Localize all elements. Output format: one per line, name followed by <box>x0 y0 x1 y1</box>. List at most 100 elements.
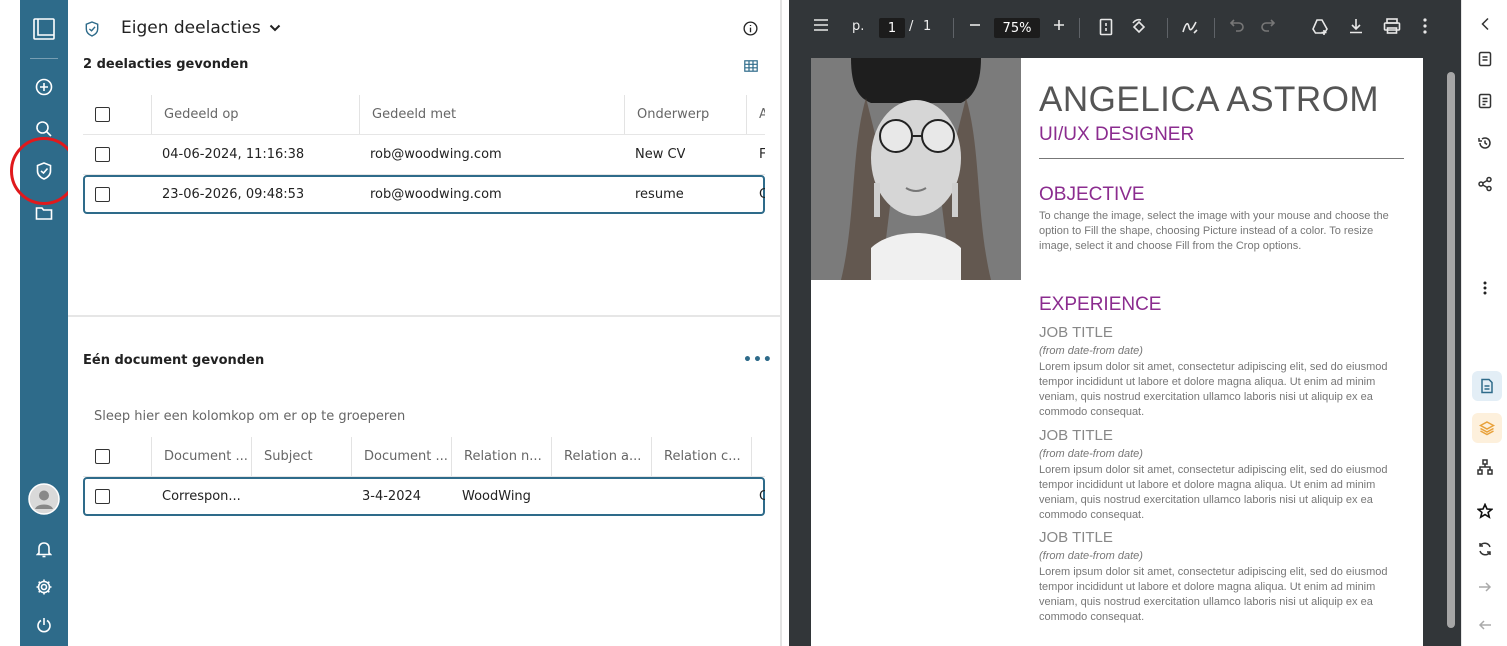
app-root: Eigen deelacties 2 deelacties gevonden G… <box>0 0 1507 646</box>
menu-icon[interactable] <box>813 18 829 32</box>
documents-table: Document ... Subject Document ... Relati… <box>83 437 765 516</box>
column-header[interactable]: Document ... <box>151 437 251 476</box>
table-row-selected[interactable]: Correspon... 3-4-2024 WoodWing C <box>83 477 765 516</box>
resume-name: ANGELICA ASTROM <box>1039 80 1380 119</box>
fit-page-icon[interactable] <box>1099 18 1113 36</box>
annotate-icon[interactable] <box>1181 18 1199 36</box>
app-logo-icon[interactable] <box>20 14 68 44</box>
redo-icon[interactable] <box>1260 18 1276 32</box>
arrow-left-icon[interactable] <box>1462 612 1507 638</box>
table-row-selected[interactable]: 23-06-2026, 09:48:53 rob@woodwing.com re… <box>83 175 765 214</box>
extra-cell: F <box>759 147 765 162</box>
chevron-left-icon[interactable] <box>1462 11 1507 37</box>
documents-count: Eén document gevonden <box>83 353 265 368</box>
download-icon[interactable] <box>1348 18 1364 34</box>
right-sidebar <box>1461 0 1507 646</box>
column-header[interactable]: Gedeeld met <box>359 95 624 134</box>
note-icon[interactable] <box>1462 46 1507 72</box>
sync-icon[interactable] <box>1462 536 1507 562</box>
undo-icon[interactable] <box>1229 18 1245 32</box>
gear-icon[interactable] <box>20 572 68 602</box>
shared-on-cell: 04-06-2024, 11:16:38 <box>162 147 305 162</box>
job-title: JOB TITLE <box>1039 529 1113 546</box>
shield-icon <box>85 21 99 41</box>
column-header[interactable]: A <box>746 95 765 134</box>
layers-icon[interactable] <box>1472 413 1502 443</box>
print-icon[interactable] <box>1383 18 1401 34</box>
subject-cell: resume <box>635 187 684 202</box>
zoom-out-icon[interactable] <box>968 18 982 32</box>
job-description: Lorem ipsum dolor sit amet, consectetur … <box>1039 464 1388 521</box>
zoom-in-icon[interactable] <box>1052 18 1066 32</box>
chevron-down-icon <box>269 24 281 32</box>
select-all-checkbox[interactable] <box>95 449 110 464</box>
column-header[interactable]: Gedeeld op <box>151 95 359 134</box>
page-number-input[interactable]: 1 <box>879 18 905 38</box>
pdf-toolbar: p. 1 / 1 75% <box>789 0 1461 56</box>
add-icon[interactable] <box>20 72 68 102</box>
column-header[interactable]: Subject <box>251 437 351 476</box>
rail-separator <box>30 58 58 59</box>
avatar[interactable] <box>20 483 68 515</box>
job-title: JOB TITLE <box>1039 427 1113 444</box>
objective-heading: OBJECTIVE <box>1039 184 1145 205</box>
table-view-icon[interactable] <box>744 57 758 76</box>
comment-icon[interactable] <box>1462 88 1507 114</box>
row-checkbox[interactable] <box>95 187 110 202</box>
kebab-icon[interactable] <box>1423 18 1427 34</box>
avatar-icon <box>28 483 60 515</box>
table-header-row: Gedeeld op Gedeeld met Onderwerp A <box>83 95 765 135</box>
arrow-right-icon[interactable] <box>1462 574 1507 600</box>
page-separator: / <box>909 19 914 34</box>
drive-add-icon[interactable] <box>1311 18 1329 36</box>
panel-divider[interactable] <box>780 0 782 646</box>
resume-rule <box>1039 158 1404 159</box>
page-total: 1 <box>923 19 932 34</box>
shares-table: Gedeeld op Gedeeld met Onderwerp A 04-06… <box>83 95 765 214</box>
group-by-hint[interactable]: Sleep hier een kolomkop om er op te groe… <box>94 409 405 424</box>
table-header-row: Document ... Subject Document ... Relati… <box>83 437 765 477</box>
select-all-checkbox[interactable] <box>95 107 110 122</box>
shares-count: 2 deelacties gevonden <box>83 57 249 72</box>
document-name-cell: Correspon... <box>162 489 241 504</box>
row-checkbox[interactable] <box>95 489 110 504</box>
left-rail <box>20 0 68 646</box>
column-header[interactable]: Onderwerp <box>624 95 746 134</box>
pdf-scrollbar-thumb[interactable] <box>1447 72 1455 628</box>
profile-photo <box>811 58 1021 280</box>
extra-cell: C <box>759 489 765 504</box>
info-icon[interactable] <box>743 21 758 40</box>
shield-icon[interactable] <box>20 156 68 186</box>
page-label: p. <box>852 19 865 34</box>
column-header[interactable]: Relation n... <box>451 437 551 476</box>
rotate-icon[interactable] <box>1130 18 1148 36</box>
hierarchy-icon[interactable] <box>1462 454 1507 480</box>
column-header[interactable]: Relation c... <box>651 437 751 476</box>
pdf-page[interactable]: ANGELICA ASTROM UI/UX DESIGNER OBJECTIVE… <box>811 58 1423 646</box>
folder-icon[interactable] <box>20 198 68 228</box>
column-header[interactable]: Relation a... <box>551 437 651 476</box>
shared-with-cell: rob@woodwing.com <box>370 187 502 202</box>
page-title: Eigen deelacties <box>121 18 261 38</box>
star-icon[interactable] <box>1462 498 1507 524</box>
kebab-icon[interactable] <box>1462 275 1507 301</box>
column-header[interactable]: I <box>751 437 765 476</box>
history-icon[interactable] <box>1462 130 1507 156</box>
search-icon[interactable] <box>20 114 68 144</box>
view-selector[interactable]: Eigen deelacties <box>121 18 281 38</box>
table-row[interactable]: 04-06-2024, 11:16:38 rob@woodwing.com Ne… <box>83 135 765 175</box>
bell-icon[interactable] <box>20 534 68 564</box>
job-title: JOB TITLE <box>1039 324 1113 341</box>
resume-role: UI/UX DESIGNER <box>1039 124 1195 145</box>
power-icon[interactable] <box>20 610 68 640</box>
experience-heading: EXPERIENCE <box>1039 294 1162 315</box>
document-icon[interactable] <box>1472 371 1502 401</box>
shares-panel: Eigen deelacties 2 deelacties gevonden G… <box>68 0 781 646</box>
pdf-viewer: p. 1 / 1 75% ANGELICA ASTROM UI/UX DESIG… <box>789 0 1461 646</box>
row-checkbox[interactable] <box>95 147 110 162</box>
job-description: Lorem ipsum dolor sit amet, consectetur … <box>1039 566 1388 623</box>
zoom-input[interactable]: 75% <box>994 18 1040 38</box>
column-header[interactable]: Document ... <box>351 437 451 476</box>
more-options-button[interactable]: ••• <box>743 352 773 368</box>
share-icon[interactable] <box>1462 171 1507 197</box>
